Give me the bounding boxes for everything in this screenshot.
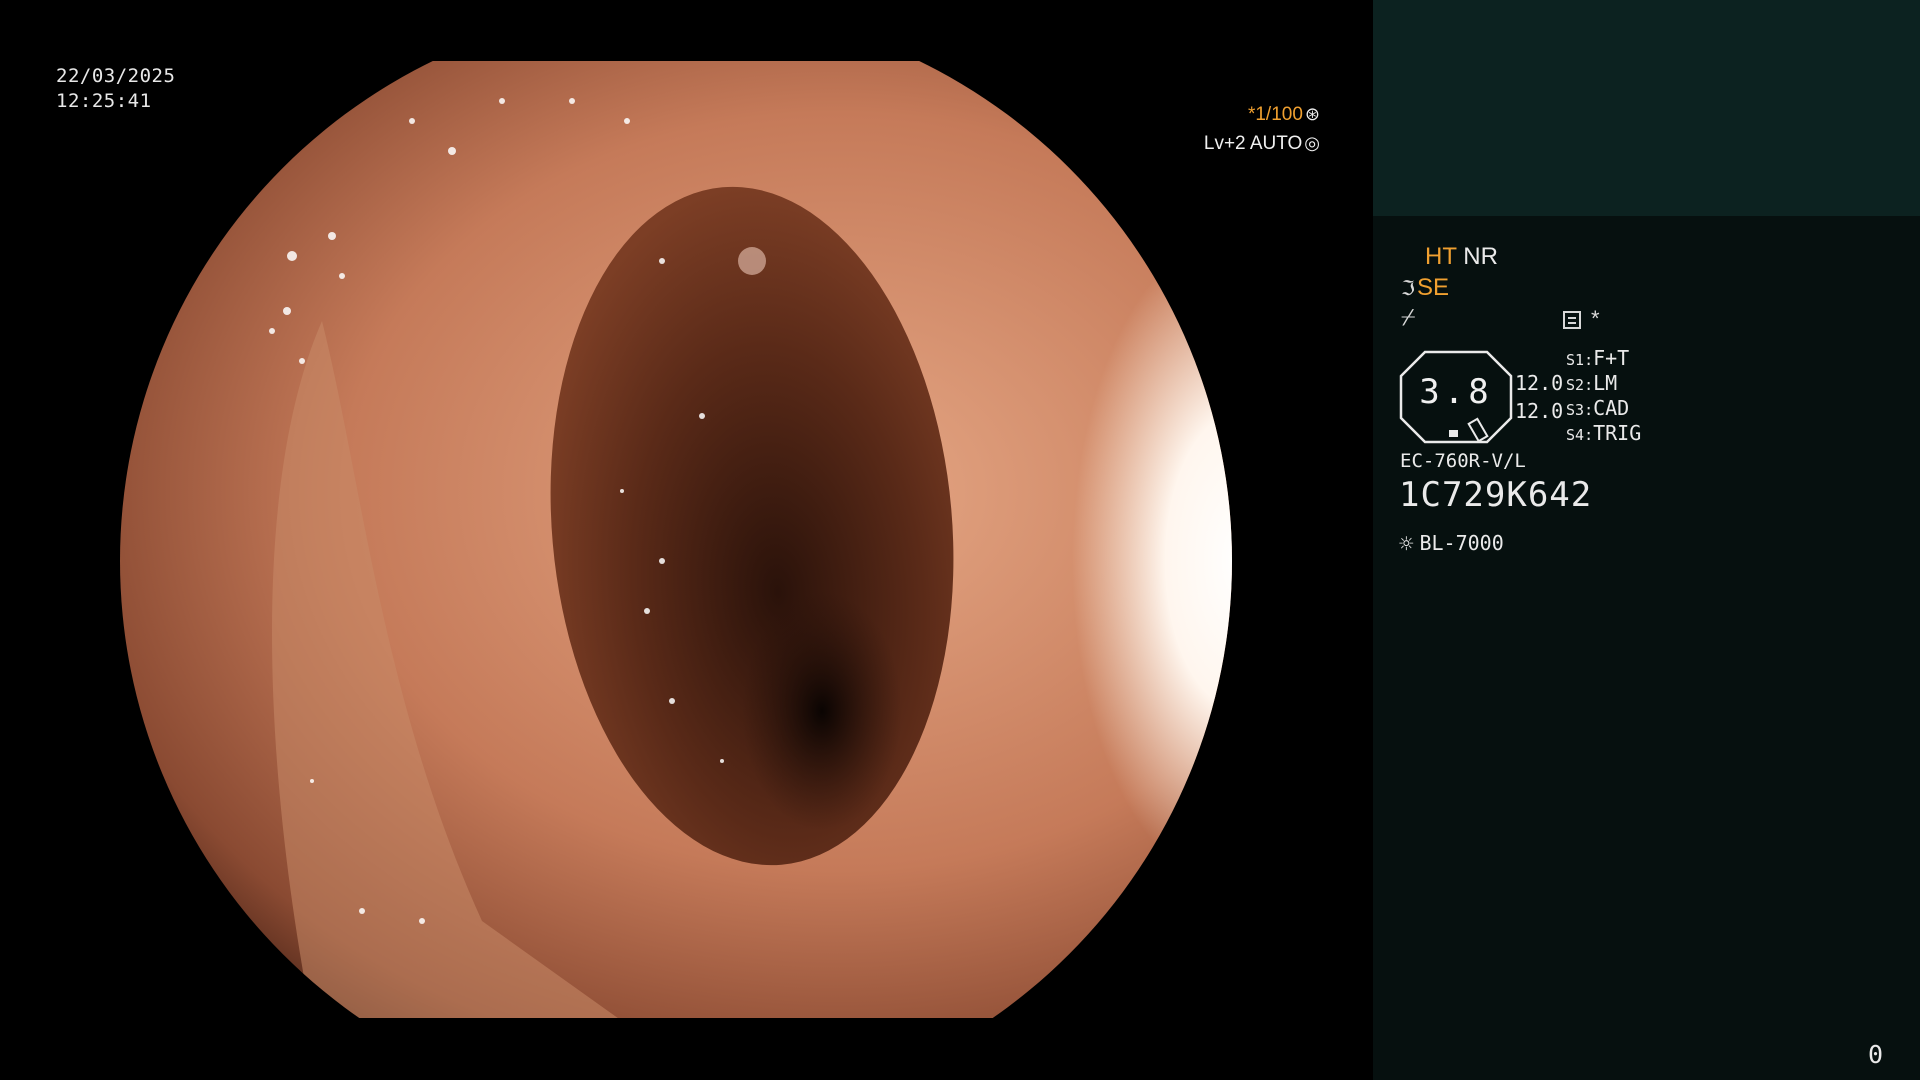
enhance-curve-icon: ℑ: [1401, 278, 1415, 300]
light-source-label: BL-7000: [1419, 531, 1504, 555]
freeze-icon: ⌿: [1401, 304, 1416, 331]
ht-label: HT: [1425, 243, 1457, 270]
time-text: 12:25:41: [56, 90, 152, 112]
switch-row: S2:LM: [1566, 371, 1618, 395]
switch-row: S4:TRIG: [1566, 421, 1642, 445]
switch-value: TRIG: [1593, 421, 1642, 445]
scope-model: EC-760R-V/L: [1400, 450, 1526, 472]
endoscope-image: [62, 61, 1312, 1018]
switch-value: LM: [1593, 371, 1618, 395]
exposure-info: *1/100 ⊛ Lv+2 AUTO ◎: [1204, 100, 1320, 158]
info-panel: HT NR ℑSE ⌿ * 3.8 12.0 12.0 S1:F+T S2:LM…: [1373, 0, 1920, 1080]
scope-value-1: 12.0: [1515, 371, 1564, 395]
panel-header-area: [1373, 0, 1920, 216]
memo-status: *: [1563, 306, 1600, 332]
switch-row: S1:F+T: [1566, 346, 1630, 370]
switch-key: S1: [1566, 351, 1585, 369]
se-status: ℑSE: [1401, 274, 1449, 302]
switch-key: S2: [1566, 376, 1585, 394]
scope-value: 3.8: [1419, 372, 1493, 412]
endoscope-view: 22/03/2025 12:25:41 *1/100 ⊛ Lv+2 AUTO ◎: [0, 0, 1373, 1080]
nr-label: NR: [1463, 243, 1498, 270]
switch-row: S3:CAD: [1566, 396, 1630, 420]
date-text: 22/03/2025: [56, 65, 176, 87]
aperture-icon: ⊛: [1304, 104, 1320, 124]
scope-value-2: 12.0: [1515, 399, 1564, 423]
ht-nr-status: HT NR: [1425, 243, 1498, 271]
auto-iris-icon: ◎: [1304, 133, 1320, 153]
switch-key: S3: [1566, 401, 1585, 419]
memo-symbol: *: [1591, 306, 1600, 331]
switch-value: CAD: [1593, 396, 1630, 420]
level-text: Lv+2 AUTO: [1203, 133, 1303, 154]
switch-key: S4: [1566, 426, 1585, 444]
light-source: ☼ BL-7000: [1399, 530, 1504, 558]
image-counter: 0: [1868, 1040, 1884, 1069]
memo-icon: [1563, 311, 1581, 330]
scope-serial: 1C729K642: [1399, 475, 1593, 515]
date-time: 22/03/2025 12:25:41: [56, 64, 175, 114]
shutter-speed: 1/100: [1255, 104, 1303, 125]
se-label: SE: [1416, 274, 1449, 301]
light-source-icon: ☼: [1399, 530, 1414, 558]
switch-value: F+T: [1593, 346, 1630, 370]
